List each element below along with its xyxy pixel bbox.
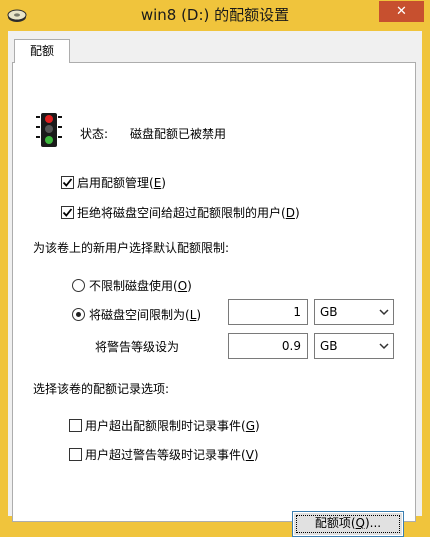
deny-space-checkbox[interactable] [61,206,74,219]
log-exceed-limit-checkbox[interactable] [69,419,82,432]
log-exceed-limit-label[interactable]: 用户超出配额限制时记录事件(G) [85,418,260,434]
log-exceed-warning-checkbox[interactable] [69,448,82,461]
log-exceed-warning-label[interactable]: 用户超过警告等级时记录事件(V) [85,447,259,463]
limit-value-input[interactable]: 1 [228,299,308,325]
checkmark-icon [62,178,73,187]
traffic-light-icon [34,113,64,149]
warning-unit-value: GB [320,339,338,353]
focus-rect [296,515,400,533]
warning-value-input[interactable]: 0.9 [228,333,308,359]
tab-quota[interactable]: 配额 [14,39,70,63]
radio-dot [76,312,81,317]
no-limit-radio[interactable] [72,279,85,292]
dialog-client: 配额 状态: 磁盘配额已被禁用 启用配额管理(E) 拒绝将磁盘空间给超过配额限制… [8,31,422,537]
warning-unit-select[interactable]: GB [314,333,394,359]
default-limit-heading: 为该卷上的新用户选择默认配额限制: [33,241,230,255]
checkmark-icon [62,208,73,217]
limit-unit-value: GB [320,305,338,319]
tab-page-quota: 状态: 磁盘配额已被禁用 启用配额管理(E) 拒绝将磁盘空间给超过配额限制的用户… [12,62,416,537]
chevron-down-icon [379,309,389,316]
enable-quota-checkbox[interactable] [61,176,74,189]
deny-space-label[interactable]: 拒绝将磁盘空间给超过配额限制的用户(D) [77,205,300,221]
status-label: 状态: [80,127,109,141]
quota-entries-button[interactable]: 配额项(Q)... [292,511,404,537]
close-icon: ✕ [396,4,407,19]
status-value: 磁盘配额已被禁用 [130,127,227,141]
no-limit-label[interactable]: 不限制磁盘使用(O) [89,278,192,294]
chevron-down-icon [379,343,389,350]
window-title: win8 (D:) 的配额设置 [140,6,290,24]
warning-level-label: 将警告等级设为 [95,340,180,354]
limit-label[interactable]: 将磁盘空间限制为(L) [89,307,201,323]
logging-heading: 选择该卷的配额记录选项: [33,382,170,396]
limit-radio[interactable] [72,308,85,321]
title-bar: win8 (D:) 的配额设置 ✕ [0,0,430,31]
enable-quota-label[interactable]: 启用配额管理(E) [77,175,166,191]
limit-unit-select[interactable]: GB [314,299,394,325]
close-button[interactable]: ✕ [379,1,424,22]
